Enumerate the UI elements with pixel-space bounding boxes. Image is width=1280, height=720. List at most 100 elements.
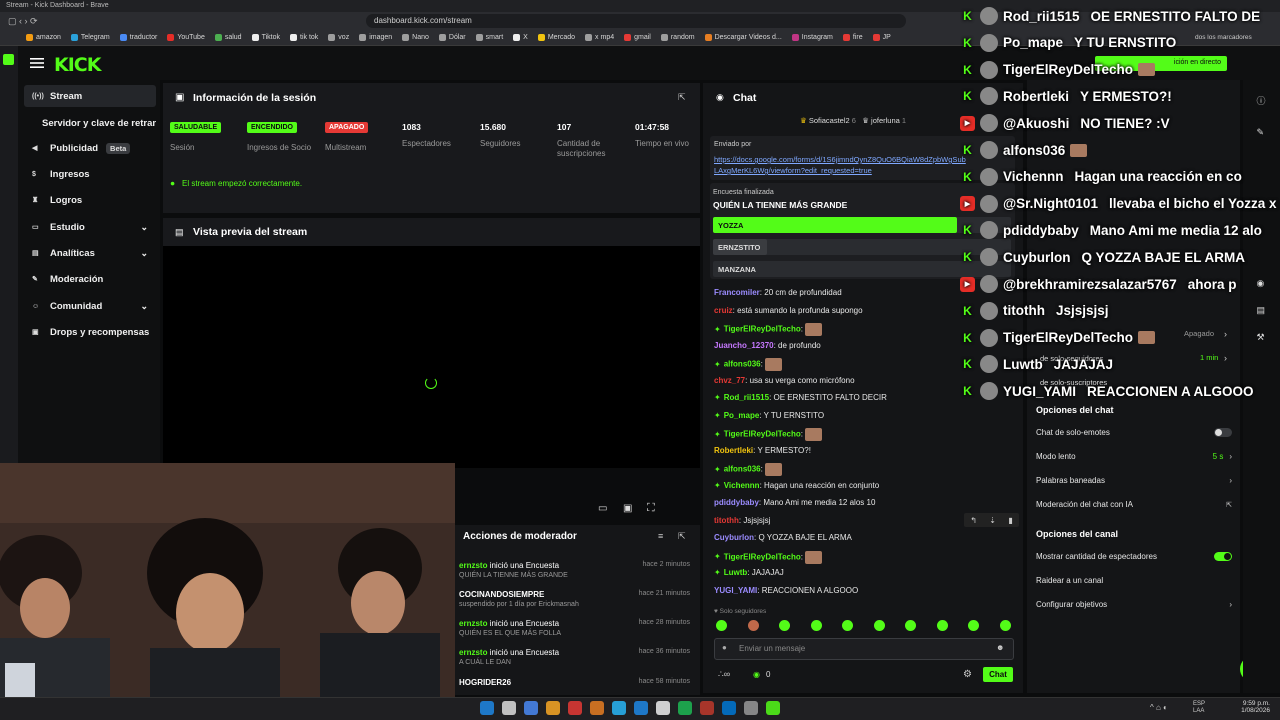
terminal-icon[interactable] <box>634 701 648 715</box>
chat-username[interactable]: alfons036 <box>724 360 761 369</box>
message-actions[interactable]: ↰ ⇣ ▮ <box>964 513 1019 527</box>
bookmark-item[interactable]: Dólar <box>438 34 466 41</box>
top-gifter-2[interactable]: joferluna <box>871 116 900 125</box>
sidebar-item-ingresos[interactable]: $ Ingresos <box>24 163 156 185</box>
kick-pin-icon[interactable] <box>3 54 14 65</box>
chat-message[interactable]: Robertleki: Y ERMESTO?! <box>714 446 811 455</box>
chat-username[interactable]: titothh <box>714 516 739 525</box>
photoshop-icon[interactable] <box>722 701 736 715</box>
chat-message[interactable]: cruiz: está sumando la profunda supongo <box>714 306 863 315</box>
tool-icon[interactable]: ⚒ <box>1257 332 1267 343</box>
toggle-switch[interactable] <box>1214 552 1232 561</box>
quick-emote-icon[interactable] <box>905 620 916 631</box>
chat-username[interactable]: Rod_rii1515 <box>724 393 769 402</box>
chat-username[interactable]: Luwtb <box>724 568 748 577</box>
bookmark-item[interactable]: imagen <box>359 34 392 41</box>
bookmark-item[interactable]: Nano <box>402 34 429 41</box>
windows-start-icon[interactable] <box>480 701 494 715</box>
info-icon[interactable]: ⓘ <box>1257 94 1267 107</box>
quick-emote-icon[interactable] <box>936 620 948 631</box>
bookmark-item[interactable]: x mp4 <box>585 34 614 41</box>
bookmark-item[interactable]: amazon <box>26 34 61 41</box>
kick-logo[interactable]: KICK <box>54 54 101 76</box>
edit-icon[interactable]: ✎ <box>1257 127 1267 138</box>
sidebar-item-moderación[interactable]: ✎ Moderación <box>24 268 156 290</box>
filter-icon[interactable]: ≡ <box>658 531 663 541</box>
bookmark-item[interactable]: Tiktok <box>251 34 280 41</box>
language-indicator[interactable]: ESP LAA <box>1193 701 1205 715</box>
chat-username[interactable]: YUGI_YAMI <box>714 586 757 595</box>
bookmark-item[interactable]: salud <box>214 34 242 41</box>
chat-username[interactable]: Vichennn <box>724 481 760 490</box>
chat-message[interactable]: Cuyburlon: Q YOZZA BAJE EL ARMA <box>714 533 852 542</box>
chat-username[interactable]: Po_mape <box>724 411 760 420</box>
chat-message[interactable]: ✦ TigerElReyDelTecho: <box>714 428 823 441</box>
mini-player-icon[interactable]: ▣ <box>623 503 632 514</box>
quick-emote-icon[interactable] <box>873 620 885 631</box>
chrome-icon[interactable] <box>568 701 582 715</box>
chat-username[interactable]: cruiz <box>714 306 733 315</box>
chat-username[interactable]: alfons036 <box>724 465 761 474</box>
popout-mod-icon[interactable]: ⇱ <box>678 531 686 542</box>
chat-username[interactable]: pdiddybaby <box>714 498 759 507</box>
settings-icon[interactable] <box>744 701 758 715</box>
pinned-link-2[interactable]: LAxgMerKL6Wg/viewform?edit_requested=tru… <box>714 166 872 175</box>
chat-username[interactable]: TigerElReyDelTecho <box>724 552 801 561</box>
reply-icon[interactable]: ↰ <box>970 516 977 525</box>
theater-mode-icon[interactable]: ▭ <box>598 503 607 514</box>
mod-username[interactable]: ernzsto <box>459 561 487 570</box>
pin-icon[interactable]: ⇣ <box>989 516 996 525</box>
quick-emote-icon[interactable] <box>810 620 822 631</box>
send-chat-button[interactable]: Chat <box>983 667 1013 682</box>
quick-emote-icon[interactable] <box>779 620 790 631</box>
chat-message[interactable]: ✦ Po_mape: Y TU ERNSTITO <box>714 411 824 420</box>
bookmark-item[interactable]: JP <box>872 34 891 41</box>
browser-nav-icons[interactable]: ▢ ‹ › ⟳ <box>8 16 38 27</box>
chat-username[interactable]: TigerElReyDelTecho <box>724 430 801 439</box>
broadcast-rail-icon[interactable]: ◉ <box>1257 278 1267 289</box>
chat-username[interactable]: Robertleki <box>714 446 753 455</box>
channel-option-row[interactable]: Raidear a un canal <box>1036 576 1232 585</box>
mod-action-item[interactable]: ernzsto inició una Encuesta QUIÉN LA TIEN… <box>459 561 694 579</box>
kick-app-icon[interactable] <box>766 701 780 715</box>
mod-action-item[interactable]: ernzsto inició una Encuesta A CUÁL LE DAN… <box>459 648 694 666</box>
bookmark-item[interactable]: Telegram <box>70 34 110 41</box>
mod-action-item[interactable]: COCINANDOSIEMPRE suspendido por 1 día por… <box>459 590 694 608</box>
bookmark-item[interactable]: Descargar Videos d... <box>704 34 782 41</box>
channel-option-row[interactable]: Configurar objetivos › <box>1036 600 1232 609</box>
url-field[interactable]: dashboard.kick.com/stream <box>366 14 906 28</box>
fullscreen-icon[interactable]: ⛶ <box>647 502 655 515</box>
toggle-switch[interactable] <box>1214 428 1232 437</box>
sidebar-item-analíticas[interactable]: ▤ Analíticas ⌄ <box>24 242 156 264</box>
sidebar-item-estudio[interactable]: ▭ Estudio ⌄ <box>24 216 156 238</box>
chat-username[interactable]: Cuyburlon <box>714 533 754 542</box>
layout-icon[interactable]: ▤ <box>1257 305 1267 316</box>
clock[interactable]: 9:59 p.m. 1/08/2026 <box>1230 700 1270 714</box>
chat-username[interactable]: chvz_77 <box>714 376 745 385</box>
bookmark-item[interactable]: tik tok <box>290 34 318 41</box>
bookmark-item[interactable]: gmail <box>624 34 651 41</box>
quick-emote-icon[interactable] <box>716 620 727 631</box>
chat-option-row[interactable]: Chat de solo-emotes <box>1036 428 1232 437</box>
tray-icons[interactable]: ^ ⌂ ◐ <box>1150 703 1168 712</box>
sidebar-item-drops[interactable]: ▣ Drops y recompensas <box>24 321 156 343</box>
all-bookmarks[interactable]: dos los marcadores <box>1195 34 1252 41</box>
sidebar-item-logros[interactable]: ♜ Logros <box>24 189 156 211</box>
bookmark-item[interactable]: YouTube <box>167 34 205 41</box>
chat-option-row[interactable]: Moderación del chat con IA ⇱ <box>1036 500 1232 509</box>
chat-option-row[interactable]: Palabras baneadas › <box>1036 476 1232 485</box>
emoji-icon[interactable]: ☻ <box>996 643 1004 652</box>
bookmark-item[interactable]: fire <box>842 34 863 41</box>
chat-message[interactable]: Francomiler: 20 cm de profundidad <box>714 288 842 297</box>
chat-username[interactable]: Francomiler <box>714 288 760 297</box>
mod-username[interactable]: ernzsto <box>459 619 487 628</box>
top-gifter-1[interactable]: Sofiacastel2 <box>809 116 850 125</box>
bookmark-item[interactable]: Mercado <box>537 34 575 41</box>
chat-message[interactable]: Juancho_12370: de profundo <box>714 341 821 350</box>
store-icon[interactable] <box>656 701 670 715</box>
followers-only-arrow-icon[interactable]: › <box>1224 329 1227 339</box>
chat-message[interactable]: YUGI_YAMI: REACCIONEN A ALGOOO <box>714 586 858 595</box>
quick-emote-icon[interactable] <box>999 620 1011 631</box>
sidebar-item-servidor[interactable]: Servidor y clave de retransm <box>24 112 156 134</box>
bookmark-item[interactable]: voz <box>328 34 349 41</box>
